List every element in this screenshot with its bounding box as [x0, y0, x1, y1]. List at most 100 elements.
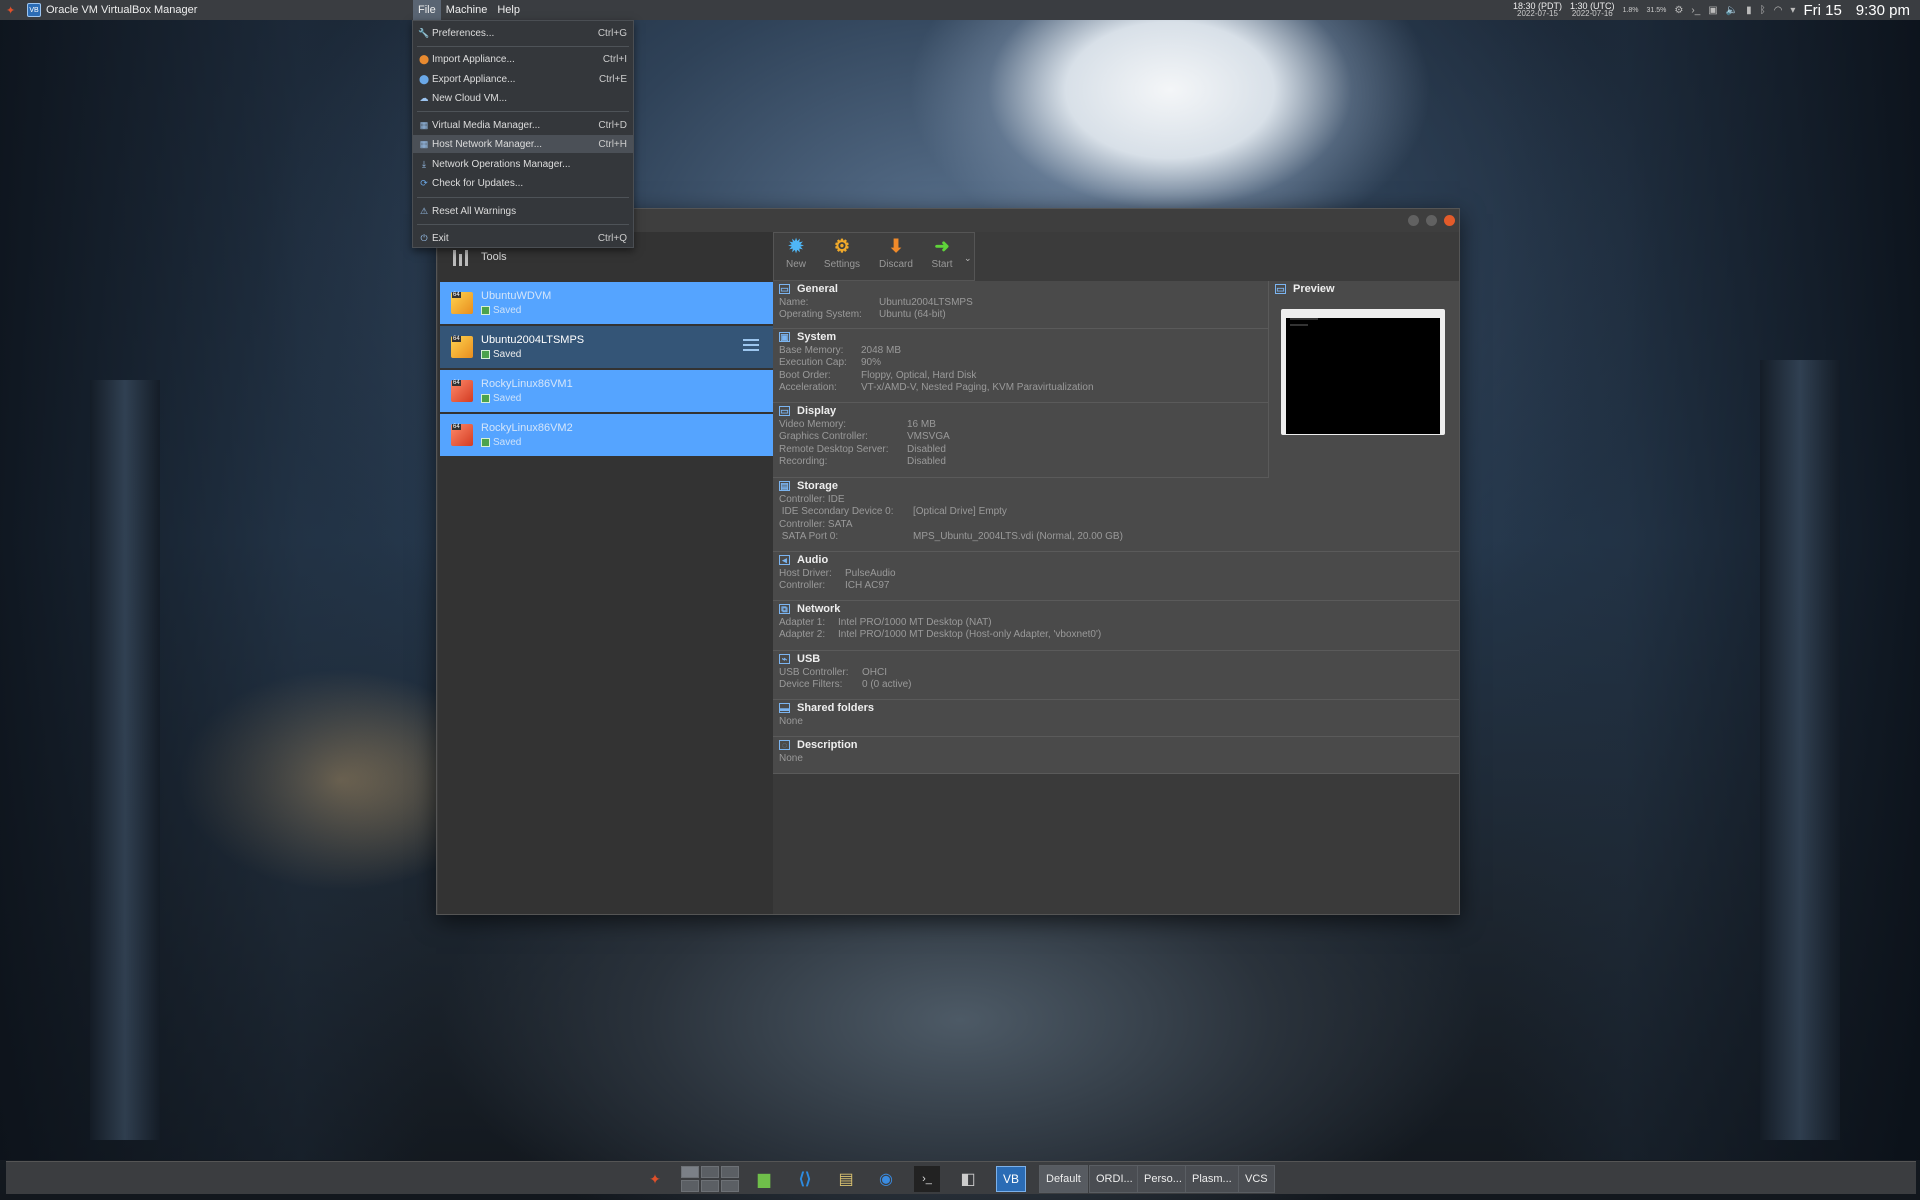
menu-item-label: New Cloud VM... — [432, 92, 508, 104]
detail-row: Name: Ubuntu2004LTSMPS — [779, 297, 1268, 309]
menu-item-virtual-media-manager[interactable]: ▦ Virtual Media Manager... Ctrl+D — [413, 116, 633, 134]
vm-name: RockyLinux86VM2 — [481, 422, 573, 434]
menu-machine[interactable]: Machine — [441, 0, 493, 20]
settings-icon[interactable]: ⚙ — [1674, 5, 1683, 16]
menu-item-new-cloud-vm[interactable]: ☁ New Cloud VM... — [413, 89, 633, 107]
terminal-app-icon[interactable]: ›_ — [914, 1166, 940, 1192]
section-header[interactable]: ▭ Preview — [1269, 281, 1459, 297]
section-header[interactable]: ◌ Description — [773, 737, 1459, 753]
chevron-down-icon[interactable]: ▾ — [1790, 5, 1795, 16]
section-title: USB — [797, 653, 821, 665]
menu-item-export-appliance[interactable]: ⬤ Export Appliance... Ctrl+E — [413, 70, 633, 88]
section-header[interactable]: ▭ General — [773, 281, 1268, 297]
monitor-icon: ▭ — [1275, 283, 1286, 294]
section-header[interactable]: ⌁ USB — [773, 651, 1459, 667]
network-icon: ⧉ — [779, 604, 790, 614]
bluetooth-icon[interactable]: ᛒ — [1760, 5, 1766, 16]
section-header[interactable]: ▬ Shared folders — [773, 700, 1459, 716]
start-button[interactable]: ➜ Start — [922, 235, 962, 279]
activity-perso[interactable]: Perso... — [1137, 1165, 1189, 1193]
browser-icon[interactable]: ◉ — [873, 1166, 899, 1192]
activity-ordi[interactable]: ORDI... — [1089, 1165, 1140, 1193]
section-header[interactable]: ▣ System — [773, 329, 1268, 345]
launcher-icon[interactable]: ✦ — [6, 4, 15, 17]
menu-item-reset-all-warnings[interactable]: ⚠ Reset All Warnings — [413, 202, 633, 220]
section-title: Preview — [1293, 283, 1335, 295]
terminal-icon[interactable]: ›_ — [1691, 5, 1700, 16]
settings-gear-icon: ⚙ — [833, 235, 851, 256]
detail-value: MPS_Ubuntu_2004LTS.vdi (Normal, 20.00 GB… — [913, 530, 1123, 542]
menu-item-network-operations-manager[interactable]: ⤓ Network Operations Manager... — [413, 155, 633, 173]
section-header[interactable]: ▤ Storage — [773, 478, 1459, 494]
maximize-button[interactable] — [1426, 215, 1437, 226]
virtual-desktop-pager[interactable] — [681, 1165, 741, 1193]
discard-button[interactable]: ⬇ Discard — [876, 235, 916, 279]
menu-item-exit[interactable]: ⏻ Exit Ctrl+Q — [413, 229, 633, 247]
menu-item-import-appliance[interactable]: ⬤ Import Appliance... Ctrl+I — [413, 50, 633, 68]
menu-help[interactable]: Help — [492, 0, 525, 20]
detail-value: Ubuntu2004LTSMPS — [879, 297, 973, 308]
app-launcher-icon[interactable]: ✦ — [642, 1166, 668, 1192]
menu-item-label: Host Network Manager... — [432, 138, 543, 150]
battery-icon[interactable]: ▮ — [1746, 5, 1752, 16]
detail-value: ICH AC97 — [845, 580, 890, 592]
detail-key: Video Memory: — [779, 419, 847, 430]
file-manager-icon[interactable]: ▆ — [751, 1166, 777, 1192]
detail-row: Remote Desktop Server: Disabled — [779, 444, 1268, 456]
section-header[interactable]: ⧉ Network — [773, 601, 1459, 617]
vm-item-rockylinux86vm2[interactable]: RockyLinux86VM2 Saved — [440, 414, 773, 456]
comment-icon: ◌ — [779, 740, 790, 750]
section-header[interactable]: ◂ Audio — [773, 552, 1459, 568]
menu-item-preferences[interactable]: 🔧 Preferences... Ctrl+G — [413, 24, 633, 42]
saved-state-icon — [481, 350, 490, 359]
volume-icon[interactable]: 🔈 — [1726, 5, 1738, 16]
world-clock[interactable]: 1:30 (UTC) 2022-07-16 — [1570, 2, 1615, 18]
settings-button[interactable]: ⚙ Settings — [822, 235, 862, 279]
section-title: Storage — [797, 480, 838, 492]
minimize-button[interactable] — [1408, 215, 1419, 226]
world-clock[interactable]: 18:30 (PDT) 2022-07-15 — [1513, 2, 1562, 18]
vm-name: Ubuntu2004LTSMPS — [481, 334, 585, 346]
clipboard-icon[interactable]: ▣ — [1708, 5, 1717, 16]
vm-state-label: Saved — [493, 305, 522, 316]
vm-item-ubuntu2004ltsmps[interactable]: Ubuntu2004LTSMPS Saved — [440, 326, 773, 368]
panel-time[interactable]: 9:30 pm — [1856, 2, 1910, 19]
section-usb: ⌁ USB USB Controller: OHCI Device Filters:… — [773, 651, 1459, 700]
memory-monitor[interactable]: 31.5% — [1647, 7, 1667, 14]
section-shared-folders: ▬ Shared folders None — [773, 700, 1459, 737]
vm-item-rockylinux86vm1[interactable]: RockyLinux86VM1 Saved — [440, 370, 773, 412]
menu-item-check-for-updates[interactable]: ⟳ Check for Updates... — [413, 174, 633, 192]
document-viewer-icon[interactable]: ◧ — [955, 1166, 981, 1192]
menu-file[interactable]: File — [413, 0, 441, 20]
notes-icon[interactable]: ▤ — [833, 1166, 859, 1192]
vm-state: Saved — [481, 393, 573, 404]
vscode-icon[interactable]: ⟨⟩ — [792, 1166, 818, 1192]
detail-value: 2048 MB — [861, 345, 902, 356]
activity-vcs[interactable]: VCS — [1238, 1165, 1275, 1193]
taskbar: ✦ ▆ ⟨⟩ ▤ ◉ ›_ ◧ VB Default ORDI... Perso… — [6, 1161, 1916, 1194]
detail-row: None — [779, 753, 1459, 765]
new-button[interactable]: ✹ New — [776, 235, 816, 279]
start-options-chevron-icon[interactable]: ⌄ — [964, 253, 972, 264]
storage-icon: ▤ — [779, 480, 790, 491]
cpu-monitor[interactable]: 1.8% — [1623, 7, 1639, 14]
menu-item-host-network-manager[interactable]: ▦ Host Network Manager... Ctrl+H — [413, 135, 633, 153]
cloud-icon: ☁ — [419, 92, 429, 103]
activity-plasm[interactable]: Plasm... — [1185, 1165, 1239, 1193]
activity-default[interactable]: Default — [1039, 1165, 1088, 1193]
virtualbox-taskbar-icon[interactable]: VB — [996, 1166, 1026, 1192]
detail-value: VMSVGA — [907, 431, 950, 443]
section-title: System — [797, 331, 837, 343]
vm-details-menu-icon[interactable] — [743, 339, 759, 355]
menu-item-shortcut: Ctrl+H — [598, 138, 627, 150]
detail-key: Acceleration: — [779, 381, 837, 393]
section-header[interactable]: ▭ Display — [773, 403, 1268, 419]
section-system: ▣ System Base Memory: 2048 MB Execution Ca… — [773, 329, 1268, 403]
wifi-icon[interactable]: ◠ — [1774, 5, 1783, 16]
download-icon: ⤓ — [422, 158, 426, 169]
panel-date[interactable]: Fri 15 — [1803, 2, 1841, 19]
detail-value: 90% — [861, 357, 882, 369]
section-title: Audio — [797, 554, 829, 566]
vm-item-ubuntuwdvm[interactable]: UbuntuWDVM Saved — [440, 282, 773, 324]
close-button[interactable] — [1444, 215, 1455, 226]
